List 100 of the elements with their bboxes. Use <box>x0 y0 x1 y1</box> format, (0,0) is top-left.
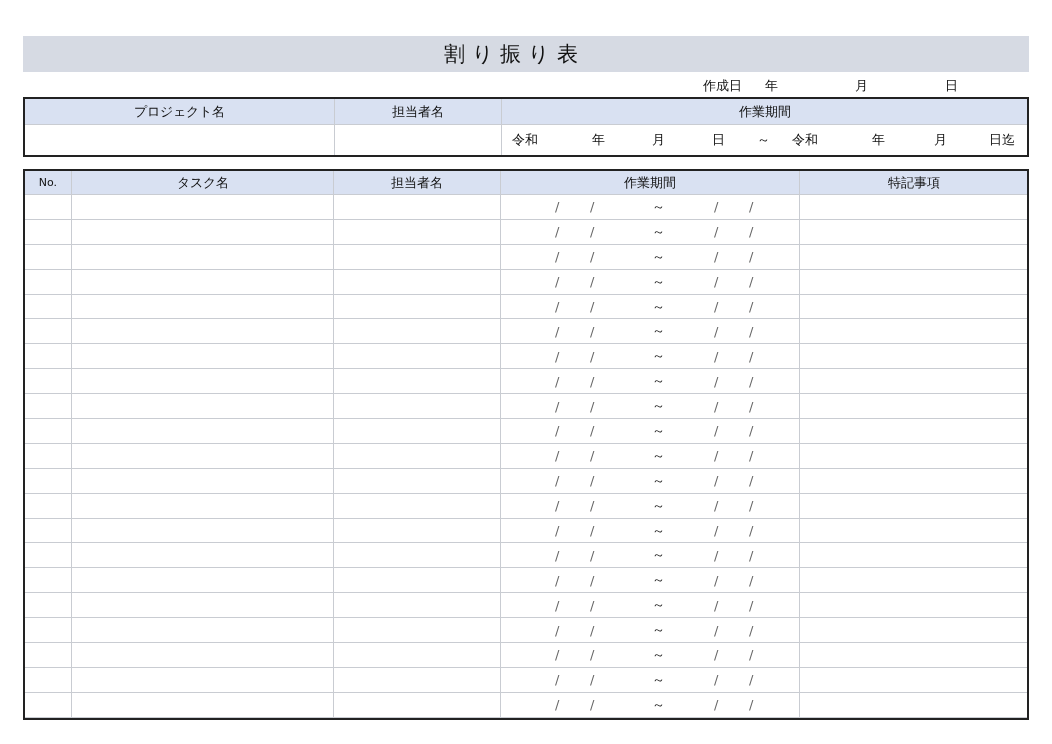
table-cell[interactable] <box>334 643 501 668</box>
table-cell[interactable]: / / ～ / / <box>501 294 800 320</box>
table-cell[interactable] <box>334 593 501 619</box>
table-cell[interactable] <box>72 394 334 419</box>
period-label: 月 <box>934 131 948 149</box>
table-cell[interactable] <box>25 518 72 544</box>
table-cell[interactable] <box>25 618 72 644</box>
table-cell[interactable] <box>334 244 501 270</box>
table-cell[interactable] <box>72 419 334 444</box>
table-cell[interactable]: / / ～ / / <box>501 543 800 569</box>
table-cell[interactable] <box>334 468 501 494</box>
table-cell[interactable] <box>334 692 501 718</box>
table-cell[interactable] <box>72 618 334 644</box>
table-cell[interactable]: / / ～ / / <box>501 219 800 245</box>
table-cell[interactable] <box>72 493 334 519</box>
table-cell[interactable] <box>25 294 72 320</box>
table-cell[interactable]: / / ～ / / <box>501 344 800 370</box>
table-cell[interactable] <box>25 394 72 419</box>
table-cell[interactable] <box>72 269 334 295</box>
table-cell[interactable] <box>72 195 334 220</box>
date-slash: / <box>590 348 596 364</box>
table-cell[interactable]: / / ～ / / <box>501 618 800 644</box>
table-cell[interactable] <box>334 568 501 594</box>
table-cell[interactable] <box>25 419 72 444</box>
date-slash: / <box>555 274 561 290</box>
table-cell[interactable] <box>25 593 72 619</box>
table-cell[interactable] <box>72 667 334 693</box>
table-cell[interactable] <box>334 344 501 370</box>
table-cell[interactable] <box>25 667 72 693</box>
table-cell[interactable] <box>25 543 72 569</box>
table-cell[interactable] <box>334 394 501 419</box>
table-cell[interactable] <box>72 692 334 718</box>
table-cell[interactable] <box>72 443 334 469</box>
table-cell[interactable] <box>72 319 334 345</box>
date-slash: / <box>590 647 596 663</box>
table-cell[interactable] <box>334 269 501 295</box>
table-cell[interactable] <box>72 643 334 668</box>
table-cell[interactable] <box>334 618 501 644</box>
table-cell[interactable]: / / ～ / / <box>501 244 800 270</box>
tilde-mark: ～ <box>652 247 666 266</box>
table-cell[interactable]: / / ～ / / <box>501 195 800 220</box>
table-cell[interactable] <box>25 443 72 469</box>
table-cell[interactable] <box>72 468 334 494</box>
tilde-mark: ～ <box>652 347 666 366</box>
date-slash: / <box>714 398 720 414</box>
table-cell[interactable] <box>72 294 334 320</box>
table-cell[interactable] <box>334 219 501 245</box>
table-cell[interactable] <box>334 369 501 395</box>
table-cell[interactable] <box>25 643 72 668</box>
period-label: 年 <box>592 131 606 149</box>
date-slash: / <box>749 249 755 265</box>
table-cell[interactable]: / / ～ / / <box>501 667 800 693</box>
table-cell[interactable] <box>334 667 501 693</box>
date-slash: / <box>714 498 720 514</box>
table-cell[interactable] <box>72 369 334 395</box>
table-cell[interactable]: / / ～ / / <box>501 568 800 594</box>
table-cell[interactable] <box>25 344 72 370</box>
table-cell[interactable] <box>334 493 501 519</box>
tilde-mark: ～ <box>652 521 666 540</box>
table-cell[interactable]: / / ～ / / <box>501 443 800 469</box>
table-cell[interactable]: / / ～ / / <box>501 518 800 544</box>
table-cell[interactable] <box>334 518 501 544</box>
table-cell[interactable] <box>25 369 72 395</box>
table-cell[interactable]: / / ～ / / <box>501 419 800 444</box>
table-cell[interactable]: / / ～ / / <box>501 319 800 345</box>
table-cell[interactable] <box>72 568 334 594</box>
table-cell[interactable]: / / ～ / / <box>501 394 800 419</box>
table-cell[interactable] <box>25 692 72 718</box>
date-slash: / <box>590 523 596 538</box>
table-cell[interactable] <box>72 518 334 544</box>
table-cell[interactable] <box>72 593 334 619</box>
table-cell[interactable] <box>72 543 334 569</box>
table-cell[interactable] <box>72 344 334 370</box>
table-cell[interactable] <box>25 244 72 270</box>
table-cell[interactable]: / / ～ / / <box>501 593 800 619</box>
table-cell[interactable] <box>25 468 72 494</box>
table-cell[interactable] <box>72 219 334 245</box>
table-cell[interactable]: 令和 年 月 日 ～ 令和 年 月 日迄 <box>502 125 1027 155</box>
table-cell[interactable] <box>334 195 501 220</box>
table-cell[interactable] <box>334 543 501 569</box>
table-cell[interactable]: / / ～ / / <box>501 692 800 718</box>
date-slash: / <box>714 473 720 489</box>
table-cell[interactable] <box>334 294 501 320</box>
table-cell[interactable]: / / ～ / / <box>501 643 800 668</box>
date-slash: / <box>555 597 561 613</box>
table-cell[interactable] <box>72 244 334 270</box>
table-cell[interactable] <box>25 269 72 295</box>
table-cell[interactable]: / / ～ / / <box>501 468 800 494</box>
table-cell[interactable] <box>25 319 72 345</box>
table-cell[interactable] <box>334 443 501 469</box>
table-cell[interactable] <box>334 419 501 444</box>
table-cell[interactable] <box>25 195 72 220</box>
column-header: タスク名 <box>72 171 334 195</box>
table-cell[interactable]: / / ～ / / <box>501 493 800 519</box>
table-cell[interactable] <box>334 319 501 345</box>
table-cell[interactable] <box>25 568 72 594</box>
table-cell[interactable]: / / ～ / / <box>501 369 800 395</box>
table-cell[interactable]: / / ～ / / <box>501 269 800 295</box>
table-cell[interactable] <box>25 493 72 519</box>
table-cell[interactable] <box>25 219 72 245</box>
